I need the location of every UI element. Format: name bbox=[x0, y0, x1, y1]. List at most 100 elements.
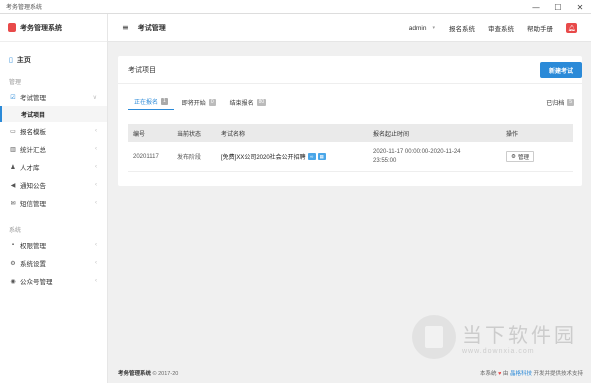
footer: 考务管理系统 © 2017-20 本系统 ♥ 由 晶格科技 开发并提供技术支持 bbox=[108, 362, 591, 383]
chevron-left-icon: ‹ bbox=[95, 128, 97, 134]
tab-upcoming[interactable]: 即将开始 0 bbox=[176, 94, 222, 110]
footer-right: 本系统 ♥ 由 晶格科技 开发并提供技术支持 bbox=[480, 369, 583, 377]
manage-button[interactable]: ⚙ 管理 bbox=[506, 151, 534, 162]
sidebar-item-templates[interactable]: ▭ 报名模板 ‹ bbox=[0, 122, 107, 140]
sidebar-item-label: 报名模板 bbox=[20, 129, 46, 136]
sidebar-item-label: 短信管理 bbox=[20, 201, 46, 208]
column-header: 当前状态 bbox=[177, 131, 202, 138]
card-title: 考试项目 bbox=[128, 66, 156, 74]
tab-registering[interactable]: 正在报名 1 bbox=[128, 94, 174, 110]
tab-label: 即将开始 bbox=[181, 100, 206, 107]
window-titlebar: 考务管理系统 — ☐ ✕ bbox=[0, 0, 591, 14]
page-title: 考试管理 bbox=[137, 24, 166, 32]
sidebar-item-label: 公众号管理 bbox=[20, 279, 53, 286]
globe-icon: ◉ bbox=[10, 278, 16, 285]
column-header: 报名起止时间 bbox=[373, 131, 410, 138]
exam-projects-card: 考试项目 新建考试 正在报名 1 即将开始 0 结束报名 80 已归档 5 编号… bbox=[118, 56, 582, 186]
footer-brand: 考务管理系统 bbox=[118, 370, 152, 377]
sidebar-item-permissions[interactable]: ▪ 权限管理 ‹ bbox=[0, 236, 107, 254]
footer-suffix: 开发并提供技术支持 bbox=[533, 370, 583, 377]
sidebar-brand[interactable]: 考务管理系统 bbox=[0, 14, 107, 42]
section-label-manage: 管理 bbox=[9, 80, 22, 86]
envelope-icon: ✉ bbox=[10, 200, 16, 207]
tab-label: 正在报名 bbox=[134, 100, 159, 106]
sidebar-item-label: 权限管理 bbox=[20, 243, 46, 250]
footer-left: 考务管理系统 © 2017-20 bbox=[118, 369, 178, 377]
link-registration-system[interactable]: 报名系统 bbox=[449, 23, 475, 33]
watermark-logo-icon bbox=[412, 315, 456, 359]
topbar: ≡ 考试管理 admin ▾ 报名系统 审查系统 帮助手册 🔔︎ bbox=[108, 14, 591, 42]
lock-icon: ▪ bbox=[11, 242, 15, 248]
table-header: 编号 当前状态 考试名称 报名起止时间 操作 bbox=[128, 124, 573, 142]
chevron-left-icon: ‹ bbox=[95, 260, 97, 266]
chevron-left-icon: ‹ bbox=[95, 278, 97, 284]
sidebar-item-label: 人才库 bbox=[20, 165, 40, 172]
tab-label: 已归档 bbox=[546, 101, 565, 107]
minimize-icon[interactable]: — bbox=[525, 0, 547, 14]
watermark: 当下软件园 www.downxia.com bbox=[412, 308, 582, 366]
brand-logo-icon bbox=[8, 23, 16, 32]
watermark-url: www.downxia.com bbox=[462, 348, 535, 355]
topbar-actions: admin ▾ 报名系统 审查系统 帮助手册 🔔︎ bbox=[409, 14, 591, 42]
sidebar-item-home[interactable]: ▯ 主页 bbox=[0, 52, 107, 68]
sidebar-item-talent-pool[interactable]: ♟ 人才库 ‹ bbox=[0, 158, 107, 176]
tab-ended[interactable]: 结束报名 80 bbox=[224, 94, 273, 110]
table-row: 20201117 发布阶段 [免费]XX公司2020社会公开招聘 ∞ ▦ 202… bbox=[128, 142, 573, 172]
user-menu[interactable]: admin bbox=[409, 25, 427, 32]
column-header: 编号 bbox=[133, 131, 146, 138]
chevron-left-icon: ‹ bbox=[95, 200, 97, 206]
sidebar: 考务管理系统 ▯ 主页 管理 ☑ 考试管理 ∨ 考试项目 ▭ 报名模板 ‹ ▥ … bbox=[0, 14, 108, 383]
menu-toggle-icon[interactable]: ≡ bbox=[122, 23, 129, 32]
sidebar-item-label: 统计汇总 bbox=[20, 147, 46, 154]
sidebar-item-label: 考试管理 bbox=[20, 95, 46, 102]
maximize-icon[interactable]: ☐ bbox=[547, 0, 569, 14]
template-icon: ▭ bbox=[10, 128, 16, 135]
chevron-down-icon: ∨ bbox=[92, 94, 97, 101]
action-cell: ⚙ 管理 bbox=[506, 151, 573, 162]
sidebar-item-official-account[interactable]: ◉ 公众号管理 ‹ bbox=[0, 272, 107, 290]
watermark-text: 当下软件园 www.downxia.com bbox=[462, 319, 577, 355]
card-header: 考试项目 新建考试 bbox=[118, 56, 582, 84]
checkbox-icon: ☑ bbox=[10, 94, 16, 101]
notification-bell-icon[interactable]: 🔔︎ bbox=[566, 23, 577, 33]
bar-chart-icon: ▥ bbox=[10, 146, 16, 153]
sidebar-item-label: 主页 bbox=[16, 57, 31, 64]
sidebar-item-announcements[interactable]: ◀ 通知公告 ‹ bbox=[0, 176, 107, 194]
column-header: 操作 bbox=[506, 131, 519, 138]
footer-copyright: © 2017-20 bbox=[152, 370, 179, 377]
heart-icon: ♥ bbox=[498, 370, 502, 377]
footer-company-link[interactable]: 晶格科技 bbox=[510, 371, 532, 377]
exam-table: 编号 当前状态 考试名称 报名起止时间 操作 20201117 发布阶段 [免费… bbox=[128, 124, 573, 172]
count-badge: 0 bbox=[208, 98, 216, 106]
link-review-system[interactable]: 审查系统 bbox=[488, 23, 514, 33]
chevron-left-icon: ‹ bbox=[95, 182, 97, 188]
link-icon[interactable]: ∞ bbox=[307, 153, 316, 160]
new-exam-button[interactable]: 新建考试 bbox=[540, 62, 582, 78]
gear-icon: ⚙ bbox=[10, 260, 16, 267]
time-end: 23:55:00 bbox=[373, 157, 397, 164]
close-icon[interactable]: ✕ bbox=[569, 0, 591, 14]
column-header: 考试名称 bbox=[221, 131, 246, 138]
count-badge: 1 bbox=[161, 98, 168, 105]
home-icon: ▯ bbox=[9, 57, 13, 64]
sidebar-item-sms[interactable]: ✉ 短信管理 ‹ bbox=[0, 194, 107, 212]
sidebar-item-label: 系统设置 bbox=[20, 261, 46, 268]
tab-archived[interactable]: 已归档 5 bbox=[546, 98, 574, 107]
count-badge: 80 bbox=[256, 98, 267, 106]
person-icon: ♟ bbox=[10, 164, 16, 171]
exam-id: 20201117 bbox=[133, 153, 159, 160]
sidebar-item-settings[interactable]: ⚙ 系统设置 ‹ bbox=[0, 254, 107, 272]
chevron-down-icon[interactable]: ▾ bbox=[432, 25, 435, 31]
count-badge: 5 bbox=[567, 99, 574, 106]
manage-button-label: 管理 bbox=[517, 154, 529, 161]
sidebar-subitem-exam-projects[interactable]: 考试项目 bbox=[0, 106, 107, 122]
status-tabs: 正在报名 1 即将开始 0 结束报名 80 已归档 5 bbox=[118, 84, 582, 110]
exam-name[interactable]: [免费]XX公司2020社会公开招聘 bbox=[221, 152, 306, 161]
megaphone-icon: ◀ bbox=[10, 182, 16, 189]
chevron-left-icon: ‹ bbox=[95, 242, 97, 248]
link-help-manual[interactable]: 帮助手册 bbox=[527, 23, 553, 33]
sidebar-item-exam-management[interactable]: ☑ 考试管理 ∨ bbox=[0, 88, 107, 106]
qr-code-icon[interactable]: ▦ bbox=[317, 153, 326, 160]
sidebar-item-statistics[interactable]: ▥ 统计汇总 ‹ bbox=[0, 140, 107, 158]
gears-icon: ⚙ bbox=[511, 153, 516, 160]
